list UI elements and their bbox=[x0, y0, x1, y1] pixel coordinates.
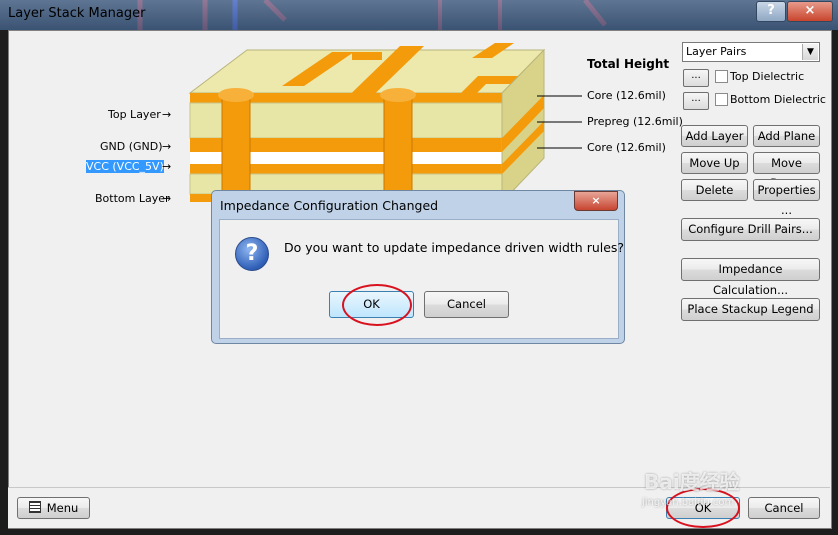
bottom-dielectric-checkbox[interactable] bbox=[715, 93, 728, 106]
top-dielectric-label: Top Dielectric bbox=[730, 70, 805, 83]
add-plane-button[interactable]: Add Plane bbox=[753, 125, 820, 147]
layer-pairs-value: Layer Pairs bbox=[686, 45, 747, 58]
place-stackup-legend-button[interactable]: Place Stackup Legend bbox=[681, 298, 820, 321]
top-dielectric-checkbox[interactable] bbox=[715, 70, 728, 83]
impedance-calculation-button[interactable]: Impedance Calculation... bbox=[681, 258, 820, 297]
prepreg-label[interactable]: Prepreg (12.6mil) bbox=[587, 115, 683, 128]
window-title: Layer Stack Manager bbox=[8, 6, 146, 21]
help-button[interactable]: ? bbox=[756, 1, 786, 22]
arrow-icon: → bbox=[162, 160, 172, 173]
window-close-button[interactable]: × bbox=[787, 1, 833, 22]
arrow-icon: → bbox=[162, 108, 172, 121]
core-label-2[interactable]: Core (12.6mil) bbox=[587, 141, 666, 154]
menu-icon bbox=[28, 501, 41, 513]
configure-drill-pairs-button[interactable]: Configure Drill Pairs... bbox=[681, 218, 820, 241]
watermark-logo: Bai度经验 bbox=[644, 470, 740, 494]
dialog-cancel-button[interactable]: Cancel bbox=[424, 291, 509, 318]
menu-label: Menu bbox=[46, 501, 79, 515]
top-layer-label[interactable]: Top Layer bbox=[108, 108, 161, 121]
properties-button[interactable]: Properties ... bbox=[753, 179, 820, 217]
impedance-dialog: Impedance Configuration Changed × ? Do y… bbox=[211, 190, 625, 344]
highlight-ring bbox=[342, 284, 412, 326]
delete-button[interactable]: Delete bbox=[681, 179, 748, 201]
move-down-button[interactable]: Move Down bbox=[753, 152, 820, 190]
add-layer-button[interactable]: Add Layer bbox=[681, 125, 748, 147]
move-up-button[interactable]: Move Up bbox=[681, 152, 748, 174]
bottom-dielectric-label: Bottom Dielectric bbox=[730, 93, 826, 106]
dialog-close-button[interactable]: × bbox=[574, 191, 618, 211]
vcc-layer-label[interactable]: VCC (VCC_5V) bbox=[86, 160, 164, 173]
gnd-layer-label[interactable]: GND (GND) bbox=[100, 140, 163, 153]
arrow-icon: → bbox=[162, 192, 172, 205]
question-icon: ? bbox=[235, 237, 269, 271]
chevron-down-icon[interactable]: ▼ bbox=[802, 44, 818, 60]
dialog-message: Do you want to update impedance driven w… bbox=[284, 240, 625, 255]
bottom-layer-label[interactable]: Bottom Layer bbox=[95, 192, 170, 205]
dialog-body: ? Do you want to update impedance driven… bbox=[219, 219, 624, 339]
title-bar[interactable]: Layer Stack Manager ? × bbox=[0, 0, 838, 30]
top-dielectric-ellipsis-button[interactable]: ... bbox=[683, 69, 709, 87]
total-height-label: Total Height (4 bbox=[587, 57, 672, 71]
dialog-title: Impedance Configuration Changed bbox=[220, 198, 439, 213]
cancel-button[interactable]: Cancel bbox=[748, 497, 820, 519]
bottom-dielectric-ellipsis-button[interactable]: ... bbox=[683, 92, 709, 110]
menu-button[interactable]: Menu bbox=[17, 497, 90, 519]
watermark-url: jingyan.baidu.com bbox=[642, 497, 735, 508]
layer-pairs-combo[interactable]: Layer Pairs ▼ bbox=[682, 42, 820, 62]
application-window: Layer Stack Manager ? × Top Layer → GND … bbox=[0, 0, 838, 535]
core-label-1[interactable]: Core (12.6mil) bbox=[587, 89, 666, 102]
arrow-icon: → bbox=[162, 140, 172, 153]
